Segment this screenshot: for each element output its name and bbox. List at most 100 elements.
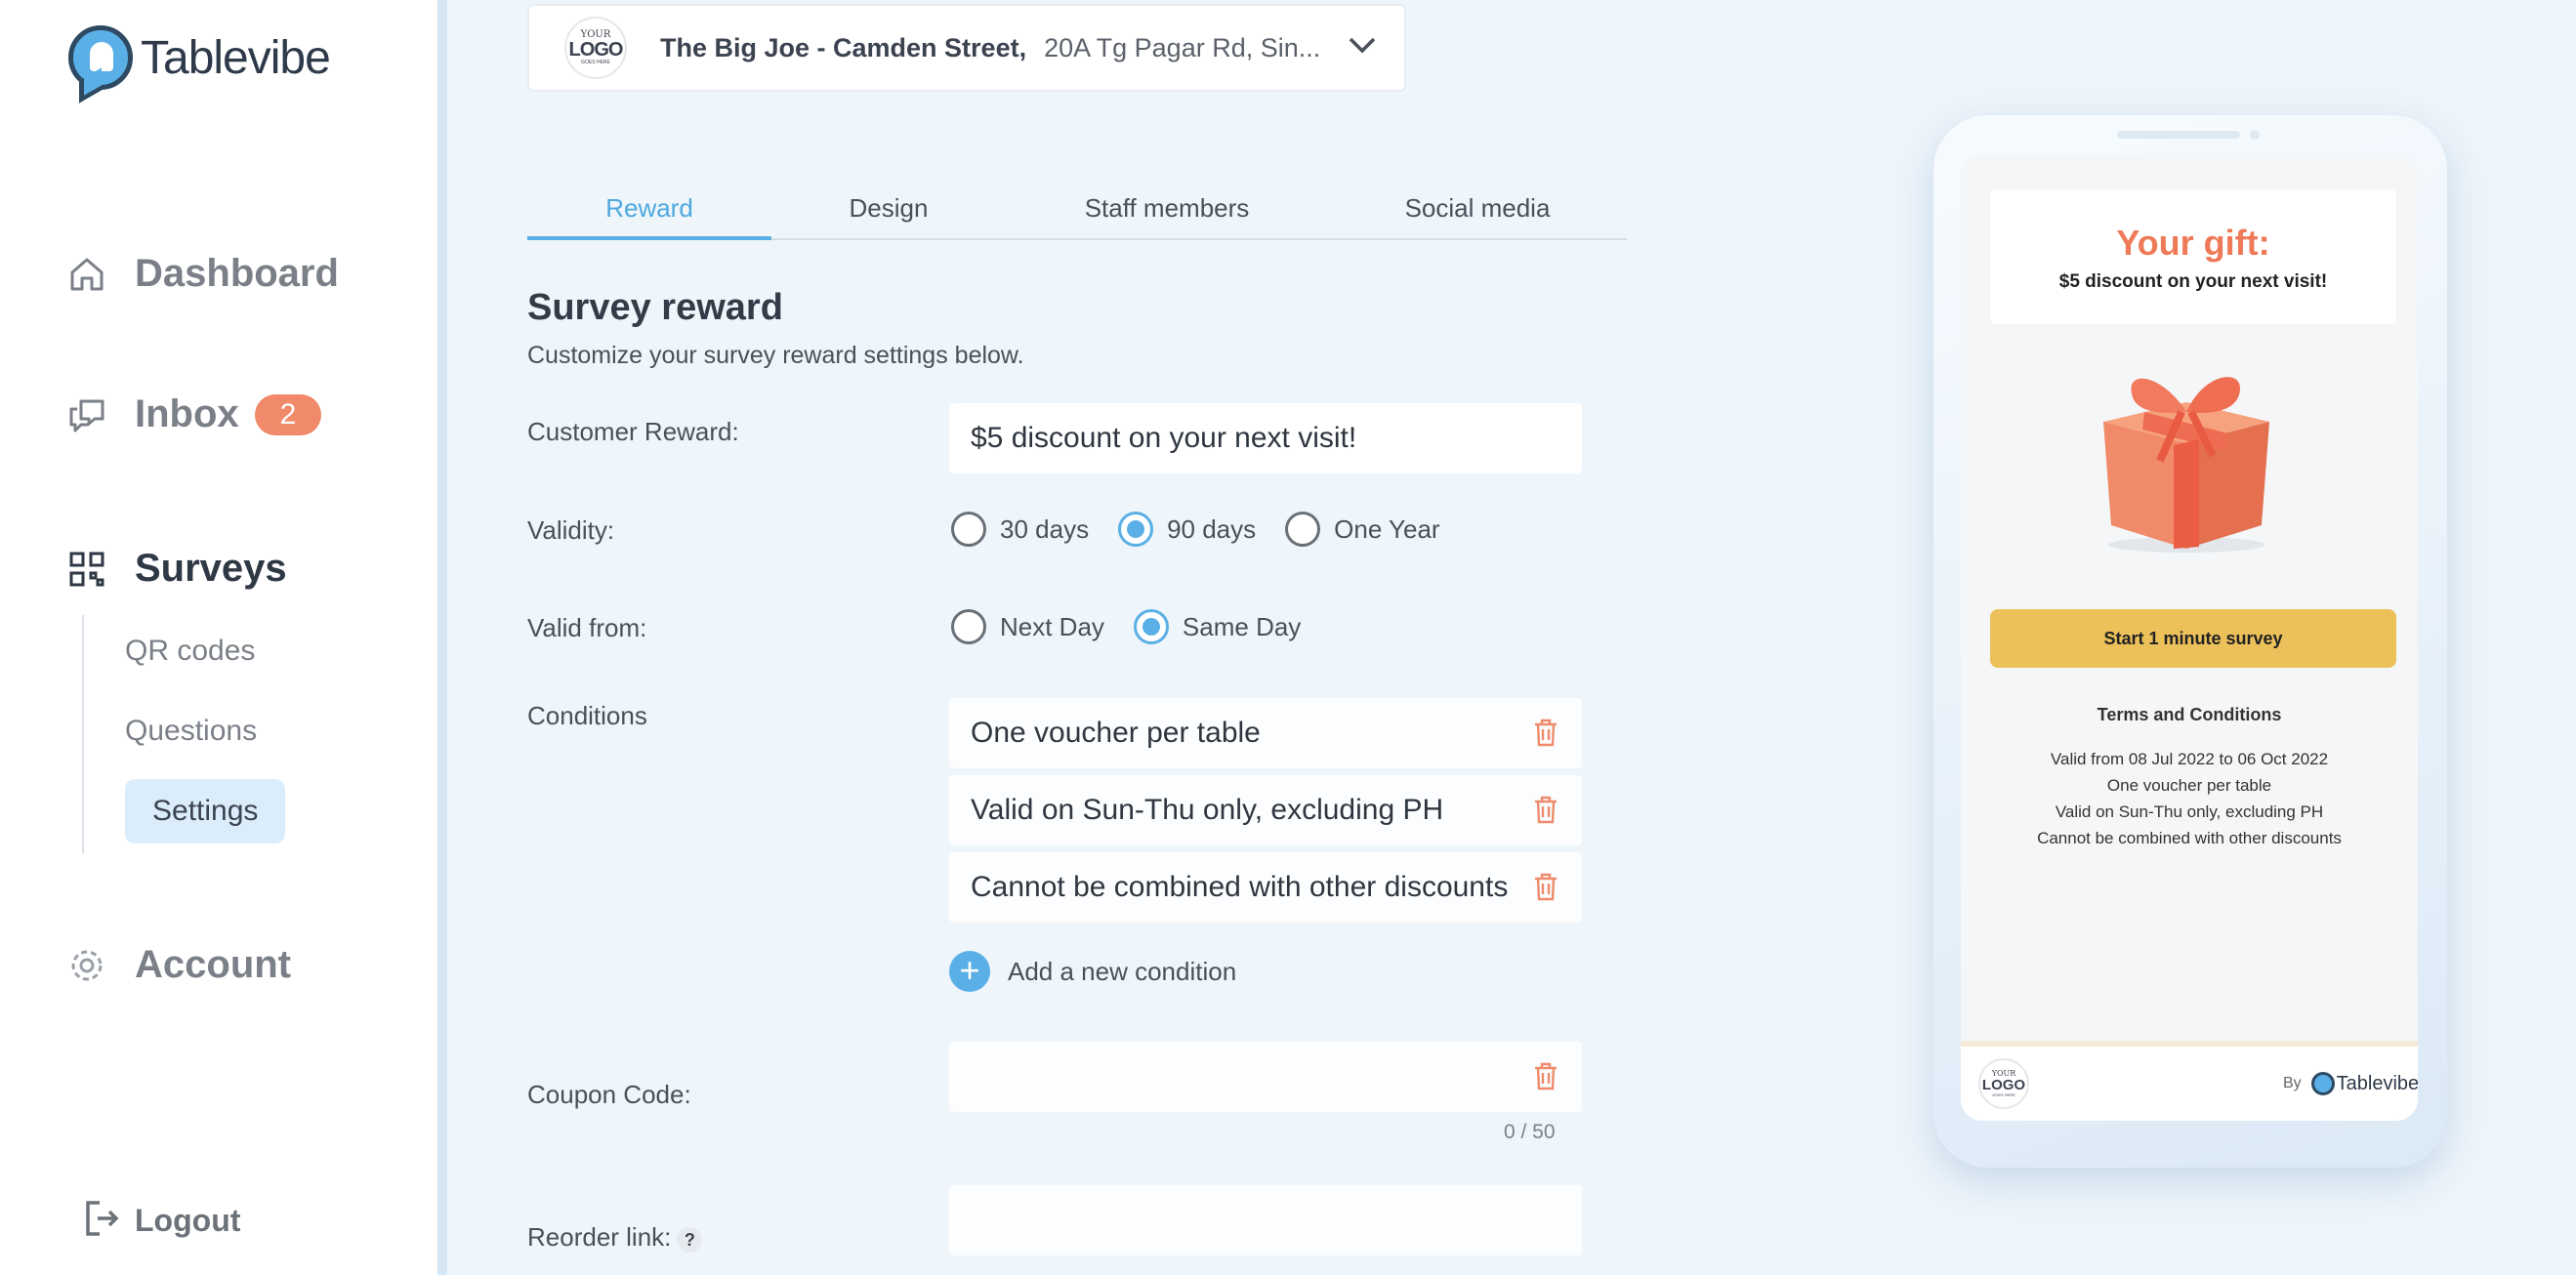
add-condition-button[interactable]: + Add a new condition <box>949 951 1236 992</box>
radio-label: Next Day <box>1000 611 1104 641</box>
logo-line-2: LOGO <box>1981 1077 2026 1093</box>
logout-label: Logout <box>135 1203 241 1238</box>
validity-label: Validity: <box>527 515 615 545</box>
terms-line: Valid from 08 Jul 2022 to 06 Oct 2022 <box>2050 750 2329 768</box>
reorder-link-label: Reorder link:? <box>527 1222 703 1253</box>
valid-from-label: Valid from: <box>527 613 647 642</box>
customer-reward-value: $5 discount on your next visit! <box>971 422 1357 454</box>
logout-icon <box>84 1199 119 1243</box>
logo-line-3: GOES HERE <box>581 60 610 65</box>
settings-tabs: Reward Design Staff members Social media <box>527 185 1627 240</box>
nav-label: Inbox <box>135 392 239 435</box>
condition-input[interactable]: Valid on Sun-Thu only, excluding PH <box>949 775 1582 845</box>
nav-label: Surveys <box>135 547 287 590</box>
valid-from-options: Next Day Same Day <box>951 609 1330 644</box>
gear-icon <box>66 945 107 986</box>
coupon-code-label: Coupon Code: <box>527 1080 691 1109</box>
tab-social-media[interactable]: Social media <box>1328 193 1627 224</box>
venue-name: The Big Joe - Camden Street, <box>660 32 1027 62</box>
condition-input[interactable]: Cannot be combined with other discounts <box>949 852 1582 923</box>
radio-label: One Year <box>1334 514 1440 544</box>
phone-preview: Your gift: $5 discount on your next visi… <box>1933 115 2447 1168</box>
section-title: Survey reward <box>527 287 783 328</box>
venue-address: 20A Tg Pagar Rd, Sin... <box>1044 32 1321 62</box>
valid-from-next-day[interactable]: Next Day <box>951 609 1104 644</box>
radio-button[interactable] <box>1285 512 1321 547</box>
start-survey-button[interactable]: Start 1 minute survey <box>1990 609 2396 668</box>
customer-reward-input[interactable]: $5 discount on your next visit! <box>949 403 1582 473</box>
nav-surveys[interactable]: Surveys <box>66 547 287 591</box>
radio-button[interactable] <box>951 609 986 644</box>
radio-button[interactable] <box>951 512 986 547</box>
venue-selector[interactable]: YOUR LOGO GOES HERE The Big Joe - Camden… <box>527 4 1406 92</box>
terms-title: Terms and Conditions <box>2097 705 2282 724</box>
surveys-subnav: QR codes Questions Settings <box>82 615 286 853</box>
brand-logo[interactable]: Tablevibe <box>68 25 331 90</box>
terms-list: Valid from 08 Jul 2022 to 06 Oct 2022 On… <box>1961 746 2418 851</box>
terms-line: One voucher per table <box>2106 776 2272 795</box>
condition-text: Valid on Sun-Thu only, excluding PH <box>971 794 1444 826</box>
preview-venue-logo: YOUR LOGO GOES HERE <box>1978 1058 2029 1109</box>
plus-icon: + <box>949 951 990 992</box>
validity-options: 30 days 90 days One Year <box>951 512 1470 547</box>
nav-dashboard[interactable]: Dashboard <box>66 252 339 296</box>
inbox-count-badge: 2 <box>254 393 322 435</box>
subnav-qr-codes[interactable]: QR codes <box>125 635 255 668</box>
reorder-link-input[interactable] <box>949 1185 1582 1255</box>
tablevibe-logo-icon <box>68 25 133 90</box>
powered-by: By Tablevibe <box>2283 1072 2418 1095</box>
trash-icon[interactable] <box>1533 1061 1558 1098</box>
gift-card: Your gift: $5 discount on your next visi… <box>1990 189 2396 324</box>
radio-label: Same Day <box>1182 611 1302 641</box>
phone-camera <box>2250 130 2260 140</box>
qr-icon <box>66 549 107 590</box>
logo-line-2: LOGO <box>568 39 624 61</box>
venue-logo: YOUR LOGO GOES HERE <box>564 17 627 79</box>
subnav-questions[interactable]: Questions <box>125 715 257 748</box>
active-tab-indicator <box>527 236 771 240</box>
radio-button-selected[interactable] <box>1118 512 1154 547</box>
gift-title: Your gift: <box>2116 223 2270 263</box>
section-subtitle: Customize your survey reward settings be… <box>527 342 1024 369</box>
nav-label: Account <box>135 943 291 986</box>
valid-from-same-day[interactable]: Same Day <box>1133 609 1302 644</box>
by-brand: Tablevibe <box>2336 1072 2418 1094</box>
condition-text: Cannot be combined with other discounts <box>971 871 1509 903</box>
tablevibe-logo-icon <box>2310 1072 2335 1095</box>
by-label: By <box>2283 1075 2302 1091</box>
tab-design[interactable]: Design <box>771 193 1006 224</box>
preview-footer: YOUR LOGO GOES HERE By Tablevibe <box>1961 1041 2418 1121</box>
trash-icon[interactable] <box>1533 872 1558 909</box>
validity-90-days[interactable]: 90 days <box>1118 512 1256 547</box>
radio-button-selected[interactable] <box>1133 609 1169 644</box>
chevron-down-icon[interactable] <box>1348 35 1377 60</box>
phone-screen: Your gift: $5 discount on your next visi… <box>1961 154 2418 1121</box>
radio-label: 90 days <box>1167 514 1257 544</box>
nav-account[interactable]: Account <box>66 943 291 987</box>
coupon-code-input[interactable] <box>949 1042 1582 1112</box>
reorder-link-text: Reorder link: <box>527 1222 672 1252</box>
logout-button[interactable]: Logout <box>84 1199 240 1243</box>
nav-inbox[interactable]: Inbox 2 <box>66 392 322 436</box>
sidebar: Tablevibe Dashboard Inbox 2 Surveys QR c… <box>0 0 447 1275</box>
validity-30-days[interactable]: 30 days <box>951 512 1089 547</box>
gift-subtitle: $5 discount on your next visit! <box>2058 271 2328 292</box>
tab-reward[interactable]: Reward <box>527 193 771 224</box>
add-condition-label: Add a new condition <box>1008 956 1237 986</box>
validity-one-year[interactable]: One Year <box>1285 512 1440 547</box>
trash-icon[interactable] <box>1533 795 1558 832</box>
home-icon <box>66 254 107 295</box>
help-icon[interactable]: ? <box>677 1227 703 1253</box>
conditions-label: Conditions <box>527 701 647 730</box>
condition-text: One voucher per table <box>971 717 1261 749</box>
subnav-settings[interactable]: Settings <box>125 779 286 843</box>
trash-icon[interactable] <box>1533 718 1558 755</box>
phone-speaker <box>2117 131 2240 139</box>
terms-line: Valid on Sun-Thu only, excluding PH <box>2055 802 2324 821</box>
coupon-code-counter: 0 / 50 <box>1504 1121 1556 1143</box>
tab-staff-members[interactable]: Staff members <box>1006 193 1328 224</box>
nav-label: Dashboard <box>135 252 339 295</box>
condition-input[interactable]: One voucher per table <box>949 698 1582 768</box>
customer-reward-label: Customer Reward: <box>527 417 739 446</box>
gift-box-image <box>2084 353 2289 563</box>
